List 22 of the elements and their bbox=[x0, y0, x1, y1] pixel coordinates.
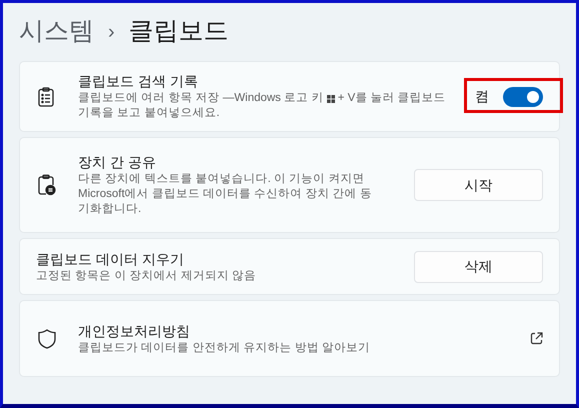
setting-description: 다른 장치에 텍스트를 붙여넣습니다. 이 기능이 켜지면 Microsoft에서 클립보드 데이터를 수신하여 장치 간에 동기화합니다. bbox=[78, 172, 373, 217]
setting-description: 기록을 보고 붙여넣으세요. bbox=[78, 106, 221, 121]
setting-description: + V를 눌러 클립보드 bbox=[336, 91, 446, 106]
toggle-state-label: 켬 bbox=[475, 87, 489, 106]
setting-description: 클립보드에 여러 항목 저장 —Windows 로고 키 bbox=[78, 91, 324, 106]
setting-description: 고정된 항목은 이 장치에서 제거되지 않음 bbox=[36, 268, 257, 284]
clipboard-list-icon bbox=[38, 86, 54, 106]
action-button[interactable]: 삭제 bbox=[414, 250, 543, 282]
setting-description: 클립보드가 데이터를 안전하게 유지하는 방법 알아보기 bbox=[78, 340, 371, 356]
windows-logo-icon bbox=[326, 94, 335, 102]
setting-title: 장치 간 공유 bbox=[78, 153, 157, 172]
breadcrumb-parent[interactable]: 시스템 bbox=[19, 13, 94, 51]
shield-icon bbox=[38, 328, 56, 348]
action-button[interactable]: 시작 bbox=[414, 169, 543, 201]
page-title: 클립보드 bbox=[128, 16, 229, 48]
breadcrumb-separator: › bbox=[108, 20, 115, 45]
external-link-icon[interactable] bbox=[530, 332, 543, 345]
setting-title: 클립보드 검색 기록 bbox=[78, 72, 199, 91]
clipboard-sync-icon bbox=[38, 174, 56, 196]
setting-title: 개인정보처리방침 bbox=[78, 322, 191, 340]
toggle-switch[interactable] bbox=[503, 86, 543, 106]
setting-title: 클립보드 데이터 지우기 bbox=[36, 250, 185, 268]
